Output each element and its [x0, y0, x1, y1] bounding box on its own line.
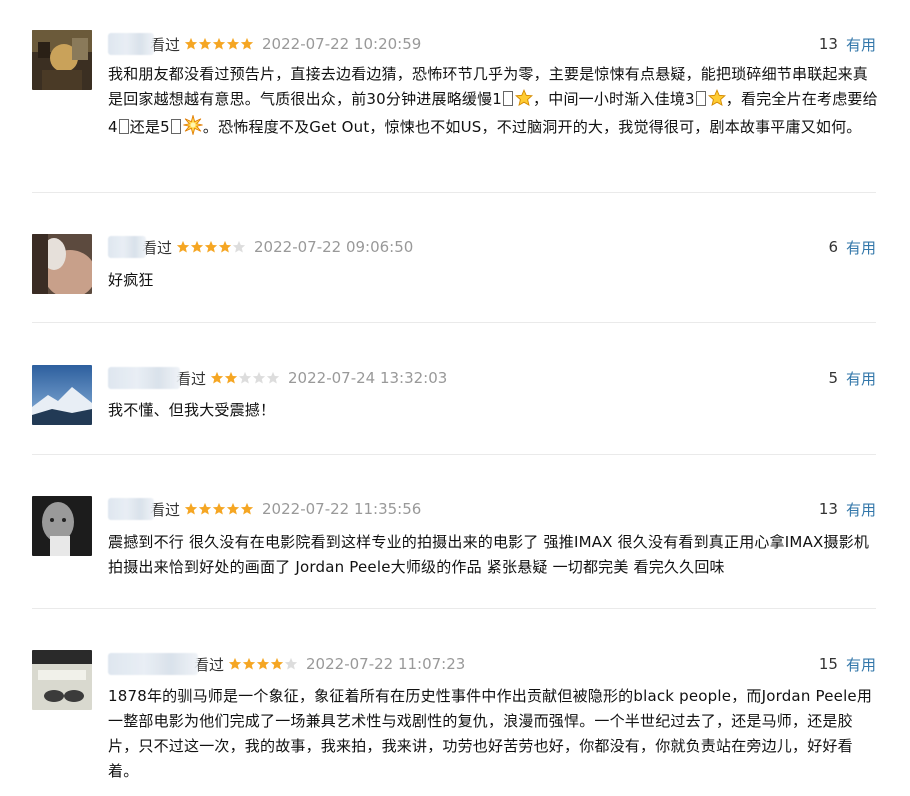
- star-filled-icon: [212, 37, 226, 50]
- comment-text: 我不懂、但我大受震撼！: [108, 401, 276, 419]
- rating-stars: [210, 371, 280, 385]
- divider: [32, 608, 876, 609]
- comment-text: 震撼到不行 很久没有在电影院看到这样专业的拍摄出来的电影了 强推IMAX 很久没…: [108, 533, 870, 576]
- useful-button[interactable]: 有用: [846, 654, 876, 675]
- vote-count: 6: [828, 238, 838, 256]
- avatar[interactable]: [32, 650, 92, 710]
- comment-meta: 看过 2022-07-24 13:32:03 5 有用: [108, 365, 876, 391]
- comment-meta: 看过 2022-07-22 09:06:50 6 有用: [108, 234, 876, 260]
- star-filled-icon: [190, 240, 204, 253]
- avatar[interactable]: [32, 30, 92, 90]
- missing-glyph-icon: [503, 91, 514, 106]
- comment-text-part: 。恐怖程度不及Get Out，惊悚也不如US，不过脑洞开的大，我觉得很可，剧本故…: [202, 118, 862, 136]
- star-filled-icon: [226, 502, 240, 515]
- comment-meta: 看过 2022-07-22 10:20:59 13 有用: [108, 31, 876, 57]
- username-blurred[interactable]: [108, 236, 146, 258]
- comment-meta: 看过 2022-07-22 11:35:56 13 有用: [108, 496, 876, 522]
- star-empty-icon: [252, 371, 266, 384]
- rating-stars: [228, 657, 298, 671]
- star-filled-icon: [204, 240, 218, 253]
- comment-meta: 看过 2022-07-22 11:07:23 15 有用: [108, 651, 876, 677]
- comment-date[interactable]: 2022-07-24 13:32:03: [288, 369, 447, 387]
- star-filled-icon: [242, 657, 256, 670]
- missing-glyph-icon: [170, 119, 181, 134]
- avatar[interactable]: [32, 365, 92, 425]
- vote-count: 15: [818, 655, 838, 673]
- comment-list: 看过 2022-07-22 10:20:59 13 有用 我和朋友都没看过预告片…: [0, 0, 910, 796]
- star-filled-icon: [240, 37, 254, 50]
- star-filled-icon: [240, 502, 254, 515]
- comment-date[interactable]: 2022-07-22 09:06:50: [254, 238, 413, 256]
- username-blurred[interactable]: [108, 367, 180, 389]
- star-filled-icon: [256, 657, 270, 670]
- avatar[interactable]: [32, 496, 92, 556]
- star-filled-icon: [184, 502, 198, 515]
- missing-glyph-icon: [118, 119, 129, 134]
- comment-date[interactable]: 2022-07-22 11:35:56: [262, 500, 421, 518]
- vote-count: 5: [828, 369, 838, 387]
- useful-button[interactable]: 有用: [846, 34, 876, 55]
- star-filled-icon: [184, 37, 198, 50]
- star-empty-icon: [266, 371, 280, 384]
- vote-count: 13: [818, 35, 838, 53]
- star-emoji-icon: [515, 88, 534, 115]
- rating-stars: [184, 37, 254, 51]
- star-filled-icon: [198, 37, 212, 50]
- star-filled-icon: [270, 657, 284, 670]
- avatar[interactable]: [32, 234, 92, 294]
- star-filled-icon: [176, 240, 190, 253]
- star-filled-icon: [224, 371, 238, 384]
- useful-button[interactable]: 有用: [846, 237, 876, 258]
- comment-date[interactable]: 2022-07-22 11:07:23: [306, 655, 465, 673]
- star-emoji-icon: [707, 88, 726, 115]
- comment-text-part: 还是5: [129, 118, 170, 136]
- username-blurred[interactable]: [108, 498, 154, 520]
- missing-glyph-icon: [695, 91, 706, 106]
- useful-button[interactable]: 有用: [846, 368, 876, 389]
- comment-text: 1878年的驯马师是一个象征，象征着所有在历史性事件中作出贡献但被隐形的blac…: [108, 687, 873, 780]
- sparkle-emoji-icon: [183, 113, 203, 143]
- username-blurred[interactable]: [108, 653, 198, 675]
- divider: [32, 322, 876, 323]
- star-empty-icon: [284, 657, 298, 670]
- watched-label: 看过: [150, 35, 181, 54]
- watched-label: 看过: [194, 655, 225, 674]
- divider: [32, 192, 876, 193]
- username-blurred[interactable]: [108, 33, 154, 55]
- comment-date[interactable]: 2022-07-22 10:20:59: [262, 35, 421, 53]
- star-empty-icon: [238, 371, 252, 384]
- star-filled-icon: [198, 502, 212, 515]
- rating-stars: [176, 240, 246, 254]
- star-filled-icon: [218, 240, 232, 253]
- watched-label: 看过: [176, 369, 207, 388]
- vote-count: 13: [818, 500, 838, 518]
- comment-text: 我和朋友都没看过预告片，直接去边看边猜，恐怖环节几乎为零，主要是惊悚有点悬疑，能…: [108, 62, 878, 143]
- rating-stars: [184, 502, 254, 516]
- comment-text: 好疯狂: [108, 271, 154, 289]
- star-filled-icon: [210, 371, 224, 384]
- comment-text-part: ，中间一小时渐入佳境3: [533, 90, 695, 108]
- watched-label: 看过: [150, 500, 181, 519]
- star-filled-icon: [228, 657, 242, 670]
- star-empty-icon: [232, 240, 246, 253]
- useful-button[interactable]: 有用: [846, 499, 876, 520]
- divider: [32, 454, 876, 455]
- star-filled-icon: [226, 37, 240, 50]
- star-filled-icon: [212, 502, 226, 515]
- watched-label: 看过: [142, 238, 173, 257]
